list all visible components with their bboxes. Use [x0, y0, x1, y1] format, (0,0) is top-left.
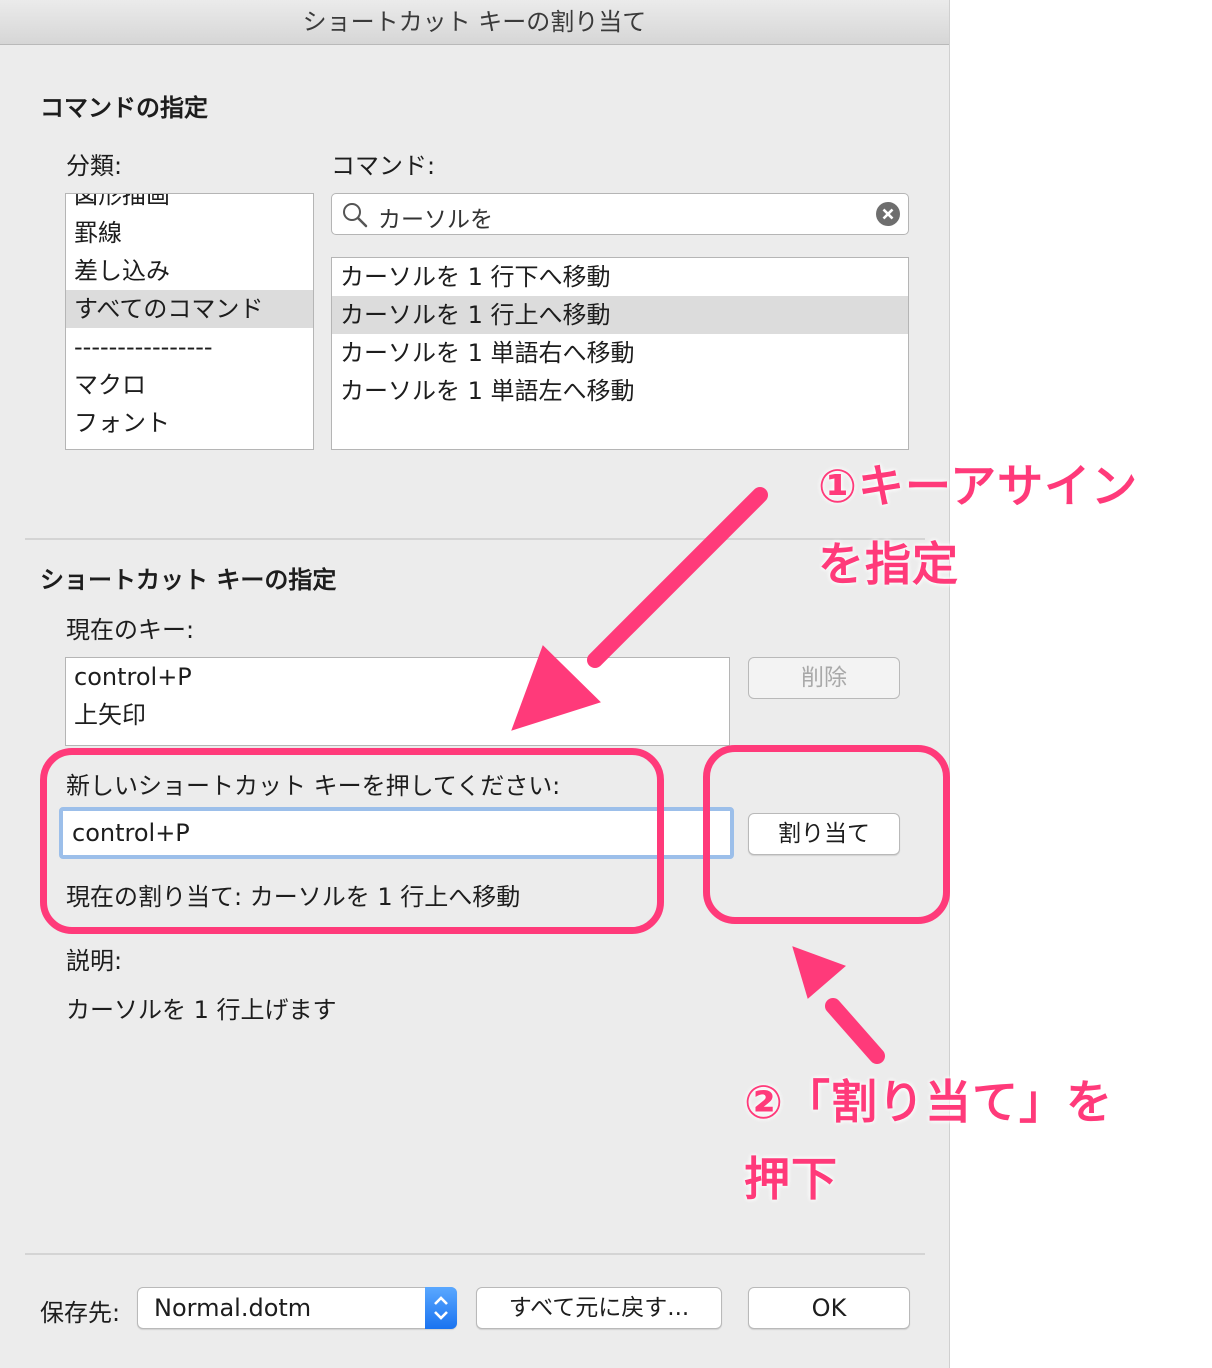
arrow-2-shaft [825, 998, 885, 1064]
arrow-2-head [792, 946, 846, 999]
annotation-step2-line2: 押下 [744, 1152, 838, 1206]
annotation-step2-line1: ②「割り当て」を [744, 1075, 1113, 1129]
arrow-1-shaft [587, 487, 768, 668]
annotation-step1-line2: を指定 [818, 537, 959, 591]
arrow-1-head [511, 645, 601, 731]
annotation-step1-line1: ①キーアサイン [818, 459, 1139, 513]
annotation-arrows [511, 487, 885, 1064]
